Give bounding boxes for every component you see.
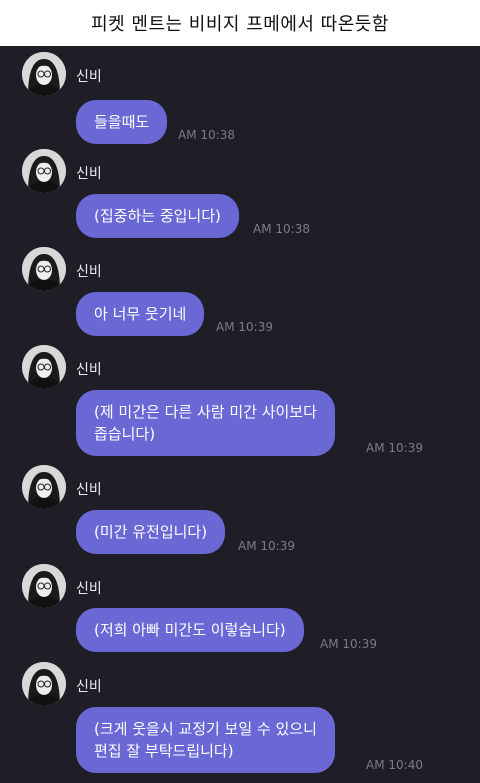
message-bubble[interactable]: (저희 아빠 미간도 이렇습니다): [76, 608, 304, 652]
sender-name: 신비: [76, 166, 102, 182]
profile-photo-icon: [22, 149, 66, 193]
sender-name: 신비: [76, 264, 102, 280]
message-time: AM 10:39: [366, 441, 423, 455]
avatar[interactable]: [22, 345, 66, 389]
message-bubble[interactable]: 들을때도: [76, 100, 168, 144]
title-bar: 피켓 멘트는 비비지 프메에서 따온듯함: [0, 0, 480, 46]
profile-photo-icon: [22, 662, 66, 706]
message-time: AM 10:39: [216, 320, 273, 334]
page-title: 피켓 멘트는 비비지 프메에서 따온듯함: [91, 14, 389, 35]
message-bubble[interactable]: (집중하는 중입니다): [76, 194, 239, 238]
avatar[interactable]: [22, 564, 66, 608]
chat-list[interactable]: 신비 들을때도 AM 10:38 신비 (집중하는 중입니다) AM 10:38: [0, 46, 480, 783]
message-bubble[interactable]: 아 너무 웃기네: [76, 292, 205, 336]
profile-photo-icon: [22, 564, 66, 608]
sender-name: 신비: [76, 362, 102, 378]
message-time: AM 10:39: [320, 637, 377, 651]
avatar[interactable]: [22, 662, 66, 706]
avatar[interactable]: [22, 149, 66, 193]
message-time: AM 10:39: [238, 539, 295, 553]
message-time: AM 10:40: [366, 758, 423, 772]
message-bubble[interactable]: (제 미간은 다른 사람 미간 사이보다 좁습니다): [76, 390, 335, 456]
message-time: AM 10:38: [253, 222, 310, 236]
avatar[interactable]: [22, 465, 66, 509]
avatar[interactable]: [22, 52, 66, 96]
profile-photo-icon: [22, 52, 66, 96]
message-bubble[interactable]: (크게 웃을시 교정기 보일 수 있으니 편집 잘 부탁드립니다): [76, 707, 335, 773]
profile-photo-icon: [22, 345, 66, 389]
sender-name: 신비: [76, 581, 102, 597]
message-bubble[interactable]: (미간 유전입니다): [76, 510, 226, 554]
sender-name: 신비: [76, 69, 102, 85]
sender-name: 신비: [76, 679, 102, 695]
profile-photo-icon: [22, 247, 66, 291]
profile-photo-icon: [22, 465, 66, 509]
message-time: AM 10:38: [178, 128, 235, 142]
sender-name: 신비: [76, 482, 102, 498]
avatar[interactable]: [22, 247, 66, 291]
